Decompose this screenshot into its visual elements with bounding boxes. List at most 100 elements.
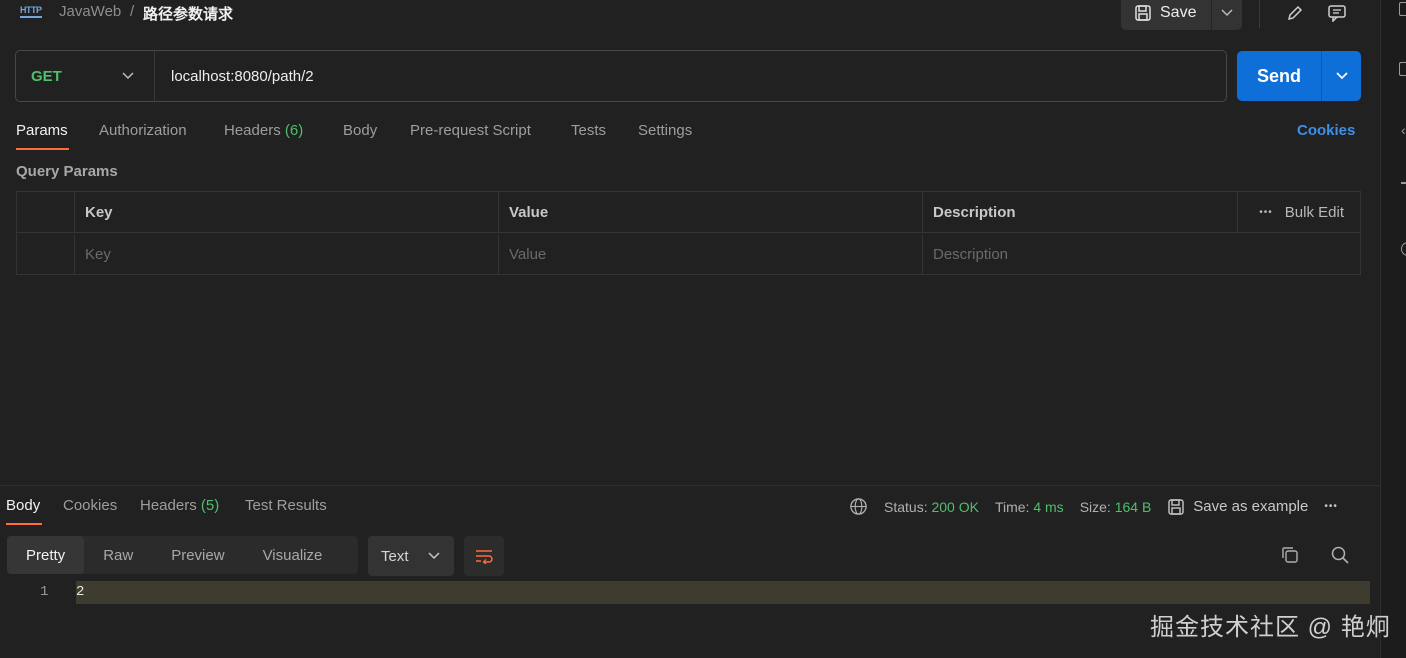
chevron-down-icon bbox=[1335, 72, 1348, 80]
status-text: Status: 200 OK bbox=[884, 499, 979, 515]
size-value[interactable]: 164 B bbox=[1115, 499, 1152, 515]
format-preview[interactable]: Preview bbox=[152, 536, 243, 574]
copy-icon bbox=[1282, 547, 1298, 563]
size-text: Size: 164 B bbox=[1080, 499, 1152, 515]
chevron-down-icon bbox=[428, 552, 440, 560]
key-input[interactable]: Key bbox=[74, 234, 498, 275]
comments-button[interactable] bbox=[1317, 0, 1357, 30]
edit-button[interactable] bbox=[1275, 0, 1315, 30]
http-request-icon: HTTP bbox=[20, 4, 42, 18]
response-headers-count: (5) bbox=[200, 497, 220, 514]
column-value-label: Value bbox=[509, 204, 549, 221]
response-tab-test-results[interactable]: Test Results bbox=[245, 497, 327, 514]
tab-headers[interactable]: Headers (6) bbox=[224, 122, 303, 139]
save-button[interactable]: Save bbox=[1121, 0, 1211, 30]
save-options-button[interactable] bbox=[1211, 0, 1242, 30]
description-placeholder: Description bbox=[933, 246, 1009, 263]
tab-body[interactable]: Body bbox=[343, 122, 377, 139]
response-tab-cookies[interactable]: Cookies bbox=[63, 497, 117, 514]
comment-icon bbox=[1328, 5, 1346, 22]
save-as-example-label: Save as example bbox=[1193, 498, 1309, 515]
format-raw[interactable]: Raw bbox=[84, 536, 152, 574]
method-select[interactable]: GET bbox=[16, 51, 155, 101]
headers-count: (6) bbox=[284, 122, 304, 139]
column-value: Value bbox=[498, 192, 922, 233]
column-description-label: Description bbox=[933, 204, 1016, 221]
request-name[interactable]: 路径参数请求 bbox=[143, 3, 233, 24]
tab-tests[interactable]: Tests bbox=[571, 122, 606, 139]
right-sidebar: ‹ bbox=[1380, 0, 1406, 658]
more-options-icon[interactable]: ••• bbox=[1259, 207, 1273, 218]
status-label: Status: bbox=[884, 498, 928, 515]
search-button[interactable] bbox=[1330, 545, 1350, 569]
line-number: 1 bbox=[40, 584, 49, 600]
tab-authorization[interactable]: Authorization bbox=[99, 122, 187, 139]
response-type-label: Text bbox=[381, 547, 409, 565]
size-label: Size: bbox=[1079, 498, 1111, 515]
time-text: Time: 4 ms bbox=[995, 499, 1064, 515]
response-body-text[interactable]: 2 bbox=[76, 584, 84, 600]
response-tab-headers[interactable]: Headers (5) bbox=[140, 497, 219, 514]
response-meta: Status: 200 OK Time: 4 ms Size: 164 B Sa… bbox=[849, 497, 1338, 516]
copy-button[interactable] bbox=[1280, 545, 1300, 569]
info-icon[interactable] bbox=[1401, 242, 1406, 256]
table-row: Key Value Description bbox=[17, 234, 1360, 275]
breadcrumb-collection[interactable]: JavaWeb bbox=[59, 3, 121, 20]
send-options-button[interactable] bbox=[1321, 51, 1361, 101]
column-key-label: Key bbox=[85, 204, 113, 221]
column-description: Description bbox=[922, 192, 1237, 233]
key-placeholder: Key bbox=[85, 246, 111, 263]
save-button-group: Save bbox=[1121, 0, 1242, 30]
response-headers-label: Headers bbox=[140, 497, 197, 514]
wrap-lines-button[interactable] bbox=[464, 536, 504, 576]
pane-divider[interactable] bbox=[0, 485, 1380, 486]
save-label: Save bbox=[1160, 4, 1197, 21]
status-value[interactable]: 200 OK bbox=[931, 499, 978, 515]
format-visualize[interactable]: Visualize bbox=[244, 536, 342, 574]
time-value[interactable]: 4 ms bbox=[1033, 499, 1063, 515]
description-input[interactable]: Description bbox=[922, 234, 1361, 275]
breadcrumb-separator: / bbox=[130, 3, 135, 20]
chevron-down-icon bbox=[1221, 9, 1233, 17]
save-as-example-button[interactable]: Save as example bbox=[1167, 498, 1308, 516]
search-icon bbox=[1331, 546, 1349, 564]
method-label: GET bbox=[31, 67, 62, 85]
table-header-row: Key Value Description ••• Bulk Edit bbox=[17, 192, 1360, 233]
tab-headers-label: Headers bbox=[224, 122, 281, 139]
format-toggle: Pretty Raw Preview Visualize bbox=[7, 536, 358, 574]
active-tab-indicator bbox=[16, 148, 69, 150]
query-params-title: Query Params bbox=[16, 163, 118, 180]
code-icon[interactable]: ‹ bbox=[1401, 122, 1406, 138]
tab-settings[interactable]: Settings bbox=[638, 122, 692, 139]
bulk-edit-button[interactable]: Bulk Edit bbox=[1285, 204, 1344, 221]
current-line-highlight bbox=[76, 581, 1370, 604]
cookies-link[interactable]: Cookies bbox=[1297, 122, 1355, 139]
tab-params[interactable]: Params bbox=[16, 122, 68, 139]
wrap-lines-icon bbox=[476, 550, 493, 564]
pencil-icon bbox=[1287, 5, 1303, 21]
response-tab-body[interactable]: Body bbox=[6, 497, 40, 514]
url-input[interactable] bbox=[155, 51, 1226, 101]
watermark: 掘金技术社区 @ 艳炯 bbox=[1150, 614, 1391, 641]
format-pretty[interactable]: Pretty bbox=[7, 536, 85, 574]
response-more-icon[interactable]: ••• bbox=[1324, 501, 1338, 512]
active-response-tab-indicator bbox=[6, 523, 42, 525]
bulk-edit-area: ••• Bulk Edit bbox=[1259, 192, 1344, 233]
send-button-group: Send bbox=[1237, 51, 1361, 101]
save-icon bbox=[1168, 498, 1184, 515]
value-input[interactable]: Value bbox=[498, 234, 922, 275]
send-button[interactable]: Send bbox=[1237, 51, 1321, 101]
comments-icon[interactable] bbox=[1399, 62, 1406, 76]
query-params-table: Key Value Description ••• Bulk Edit Key … bbox=[16, 191, 1361, 275]
toolbar-divider bbox=[1259, 0, 1260, 28]
related-icon[interactable] bbox=[1401, 182, 1406, 184]
url-bar: GET bbox=[15, 50, 1227, 102]
globe-icon[interactable] bbox=[849, 497, 868, 516]
documentation-icon[interactable] bbox=[1399, 2, 1406, 16]
value-placeholder: Value bbox=[509, 246, 547, 263]
chevron-down-icon bbox=[122, 72, 134, 80]
response-type-select[interactable]: Text bbox=[368, 536, 454, 576]
tab-pre-request-script[interactable]: Pre-request Script bbox=[410, 122, 531, 139]
column-key: Key bbox=[74, 192, 498, 233]
save-icon bbox=[1135, 5, 1151, 21]
